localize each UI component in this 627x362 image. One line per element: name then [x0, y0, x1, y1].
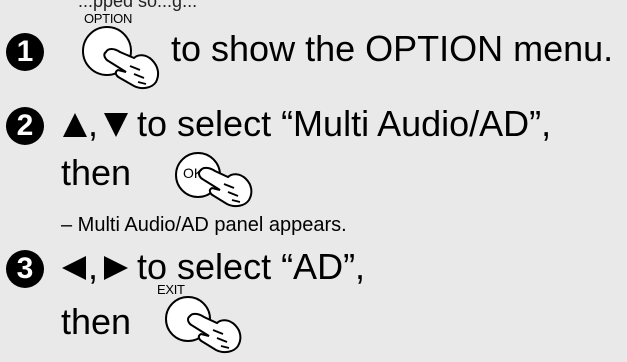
instruction-page: ...pped so...g... 1 OPTION to show the O…: [0, 0, 627, 362]
up-triangle-icon: [63, 113, 87, 137]
step-3-then: then: [61, 301, 132, 342]
hand-press-icon: [103, 48, 160, 90]
step-2-note: – Multi Audio/AD panel appears.: [61, 214, 347, 236]
hand-press-icon: [187, 312, 242, 354]
step-2-then: then: [61, 152, 132, 193]
hand-press-icon: [198, 166, 253, 208]
step-3-badge: 3: [6, 250, 44, 288]
step-3-comma: ,: [88, 246, 99, 287]
step-2-comma: ,: [88, 103, 99, 144]
exit-button-label: EXIT: [157, 282, 185, 297]
left-triangle-icon: [62, 256, 86, 280]
down-triangle-icon: [104, 113, 128, 137]
step-3-text: to select “AD”,: [137, 246, 366, 287]
option-button-label: OPTION: [84, 11, 133, 26]
step-1-text: to show the OPTION menu.: [171, 28, 614, 69]
step-2-badge: 2: [6, 107, 44, 145]
step-2-text: to select “Multi Audio/AD”,: [137, 103, 552, 144]
right-triangle-icon: [104, 256, 128, 280]
step-1-badge: 1: [6, 33, 44, 71]
